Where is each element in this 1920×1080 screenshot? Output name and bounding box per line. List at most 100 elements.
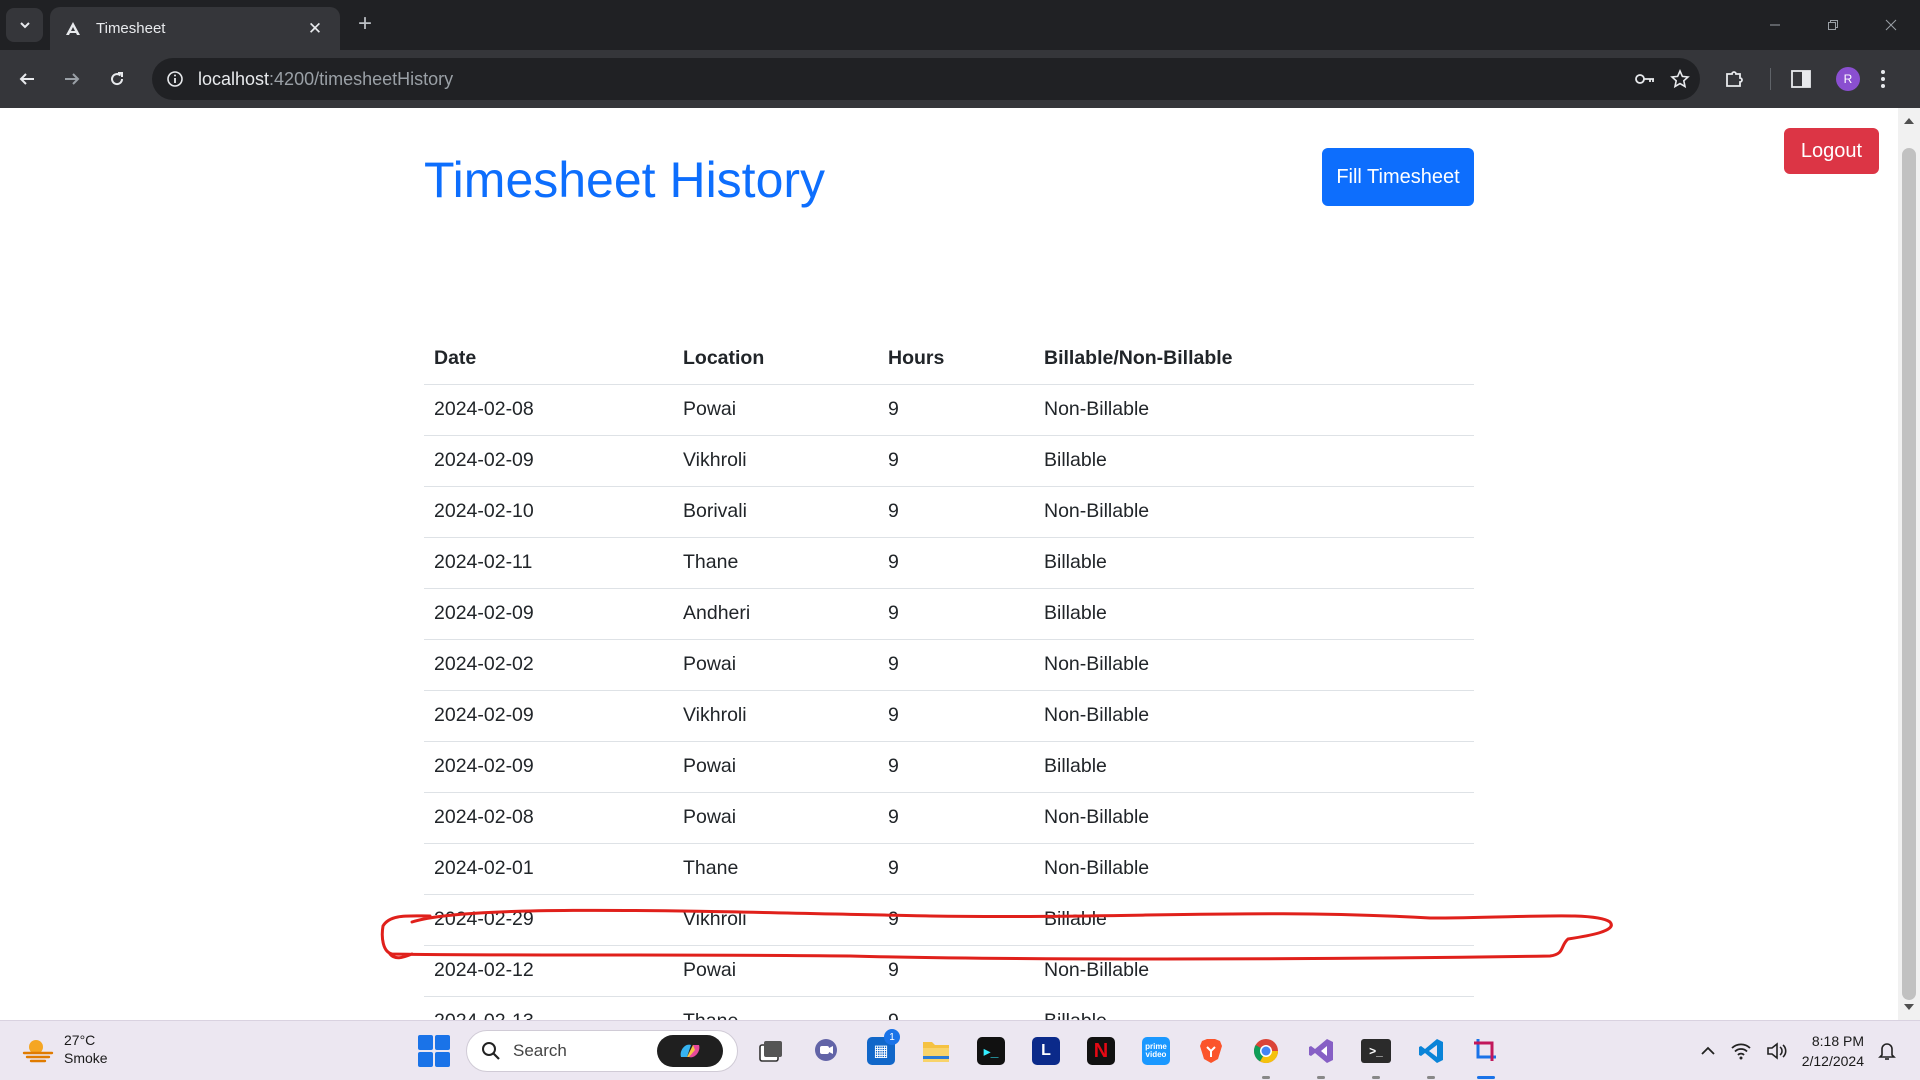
task-view-button[interactable] [750, 1029, 792, 1073]
tab-search-button[interactable] [6, 8, 43, 42]
cell-location: Borivali [673, 486, 878, 538]
restore-button[interactable] [1804, 0, 1862, 50]
weather-temp: 27°C [64, 1032, 96, 1048]
cell-billable: Non-Billable [1034, 792, 1474, 844]
task-view-icon [759, 1041, 782, 1062]
angular-icon [64, 20, 82, 38]
tab-title: Timesheet [96, 20, 166, 37]
volume-icon[interactable] [1766, 1042, 1788, 1060]
profile-button[interactable]: R [1836, 50, 1860, 108]
table-row: 2024-02-09 Vikhroli 9 Billable [424, 435, 1474, 487]
cell-billable: Billable [1034, 588, 1474, 640]
windows-logo-tile [418, 1035, 433, 1050]
bell-icon[interactable] [1878, 1041, 1896, 1061]
site-info-icon[interactable] [166, 70, 184, 88]
cell-location: Thane [673, 843, 878, 895]
cell-hours: 9 [878, 384, 1034, 436]
table-row: 2024-02-12 Powai 9 Non-Billable [424, 945, 1474, 997]
page-title: Timesheet History [424, 152, 826, 208]
scroll-up-arrow[interactable] [1904, 118, 1914, 124]
cell-date: 2024-02-09 [424, 588, 673, 640]
cell-location: Vikhroli [673, 894, 878, 946]
cell-hours: 9 [878, 945, 1034, 997]
teams-chat-button[interactable] [805, 1029, 847, 1073]
cell-location: Vikhroli [673, 690, 878, 742]
snipping-tool-button[interactable] [1465, 1029, 1507, 1079]
tab-timesheet[interactable]: Timesheet ✕ [50, 7, 340, 50]
chevron-up-icon[interactable] [1700, 1044, 1716, 1058]
taskbar-search[interactable]: Search [466, 1030, 738, 1072]
copilot-button[interactable] [657, 1035, 723, 1067]
pinned-apps: ▦ 1 ▸_ L N prime video >_ [750, 1029, 1507, 1079]
terminal-icon: ▸_ [977, 1037, 1005, 1065]
restore-icon [1828, 20, 1838, 30]
divider [1770, 50, 1771, 108]
table-row: 2024-02-09 Andheri 9 Billable [424, 588, 1474, 640]
minimize-button[interactable] [1746, 0, 1804, 50]
logout-button[interactable]: Logout [1784, 128, 1879, 174]
reload-button[interactable] [100, 62, 134, 96]
brave-icon [1200, 1039, 1222, 1063]
cell-location: Powai [673, 639, 878, 691]
windows-logo-tile [418, 1052, 433, 1067]
close-icon[interactable]: ✕ [304, 19, 326, 39]
microsoft-store-button[interactable]: ▦ 1 [860, 1029, 902, 1073]
weather-widget[interactable]: 27°C Smoke [22, 1031, 108, 1067]
minimize-icon [1770, 24, 1780, 26]
cell-location: Powai [673, 384, 878, 436]
table-row: 2024-02-01 Thane 9 Non-Billable [424, 843, 1474, 895]
cell-hours: 9 [878, 741, 1034, 793]
wifi-icon[interactable] [1730, 1042, 1752, 1060]
vscode-icon [1419, 1039, 1443, 1063]
prime-video-button[interactable]: prime video [1135, 1029, 1177, 1073]
column-header-location: Location [673, 334, 878, 385]
new-tab-button[interactable]: + [352, 12, 378, 38]
visual-studio-button[interactable] [1300, 1029, 1342, 1079]
clock[interactable]: 8:18 PM 2/12/2024 [1802, 1031, 1864, 1071]
close-window-button[interactable] [1862, 0, 1920, 50]
star-icon[interactable] [1670, 69, 1690, 89]
table-row: 2024-02-08 Powai 9 Non-Billable [424, 792, 1474, 844]
cell-date: 2024-02-11 [424, 537, 673, 589]
cell-billable: Billable [1034, 894, 1474, 946]
sun-haze-icon [22, 1040, 54, 1063]
windows-logo-tile [435, 1052, 450, 1067]
side-panel-icon [1791, 70, 1811, 88]
address-bar[interactable]: localhost:4200/timesheetHistory [152, 58, 1700, 100]
command-prompt-button[interactable]: >_ [1355, 1029, 1397, 1079]
scroll-thumb[interactable] [1902, 148, 1916, 1000]
cell-billable: Non-Billable [1034, 945, 1474, 997]
table-row: 2024-02-10 Borivali 9 Non-Billable [424, 486, 1474, 538]
cell-billable: Non-Billable [1034, 690, 1474, 742]
terminal-app-button[interactable]: ▸_ [970, 1029, 1012, 1073]
cell-date: 2024-02-12 [424, 945, 673, 997]
notification-badge: 1 [884, 1029, 900, 1045]
chevron-down-icon [19, 22, 30, 29]
cell-date: 2024-02-29 [424, 894, 673, 946]
system-tray: 8:18 PM 2/12/2024 [1700, 1021, 1896, 1080]
search-icon [482, 1042, 500, 1060]
close-icon [1885, 19, 1897, 31]
forward-button[interactable] [55, 62, 89, 96]
chat-icon [815, 1039, 837, 1061]
back-button[interactable] [10, 62, 44, 96]
search-placeholder: Search [513, 1041, 567, 1060]
l-app-button[interactable]: L [1025, 1029, 1067, 1073]
netflix-button[interactable]: N [1080, 1029, 1122, 1073]
chrome-button[interactable] [1245, 1029, 1287, 1079]
extensions-button[interactable] [1723, 50, 1745, 108]
key-icon[interactable] [1634, 71, 1656, 87]
brave-browser-button[interactable] [1190, 1029, 1232, 1073]
browser-tab-strip: Timesheet ✕ + [0, 0, 1920, 50]
page-scrollbar[interactable] [1898, 108, 1920, 1020]
vscode-button[interactable] [1410, 1029, 1452, 1079]
browser-menu-button[interactable] [1880, 50, 1886, 108]
start-button[interactable] [418, 1035, 450, 1067]
scroll-down-arrow[interactable] [1904, 1004, 1914, 1010]
fill-timesheet-button[interactable]: Fill Timesheet [1322, 148, 1474, 206]
cell-date: 2024-02-09 [424, 435, 673, 487]
side-panel-button[interactable] [1790, 50, 1812, 108]
netflix-icon: N [1087, 1037, 1115, 1065]
file-explorer-button[interactable] [915, 1029, 957, 1073]
cell-date: 2024-02-09 [424, 741, 673, 793]
